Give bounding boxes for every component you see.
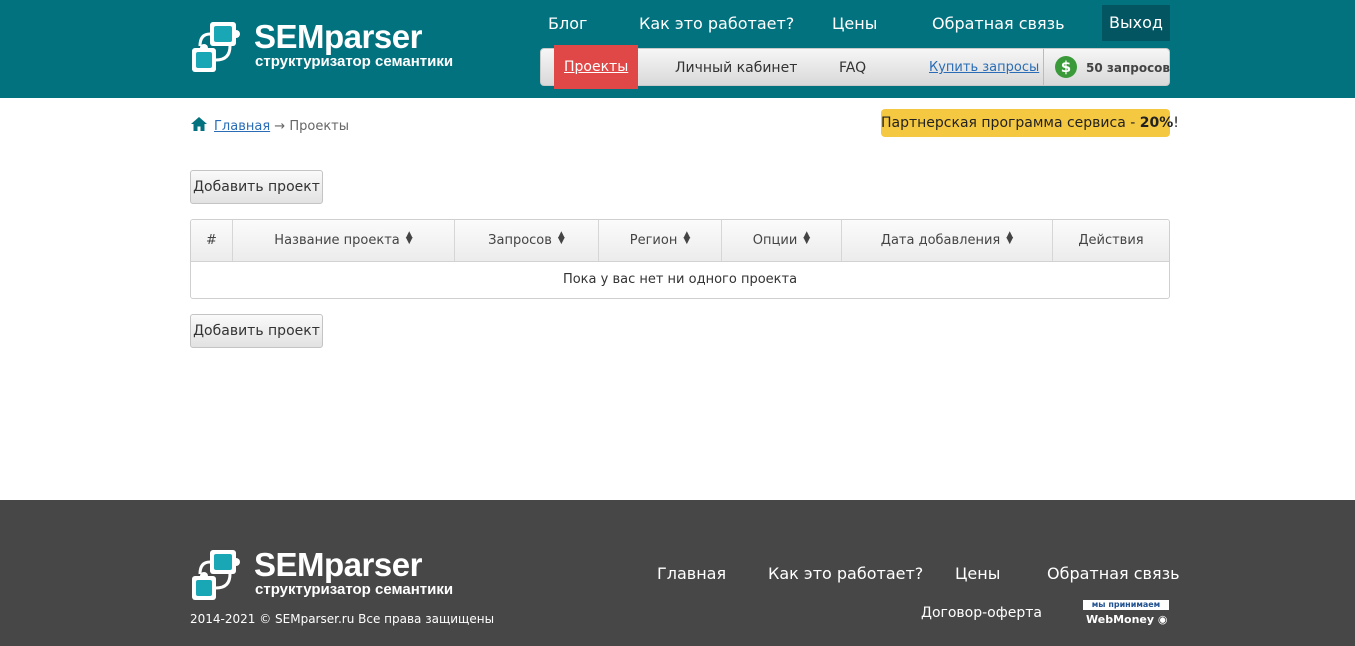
- logout-button[interactable]: Выход: [1102, 5, 1170, 41]
- logo-name: SEMparser: [254, 18, 422, 55]
- nav-prices[interactable]: Цены: [832, 14, 877, 33]
- puzzle-logo-icon: [192, 22, 240, 72]
- nav-how-it-works[interactable]: Как это работает?: [639, 14, 794, 33]
- partner-text: Партнерская программа сервиса -: [881, 115, 1140, 131]
- table-header: # Название проекта ▲ ▼ Запросов ▲ ▼ Регион ▲ ▼…: [191, 220, 1169, 262]
- copyright-text: 2014-2021 © SEMparser.ru Все права защищ…: [190, 612, 495, 626]
- webmoney-globe-icon: ◉: [1157, 613, 1168, 626]
- column-requests[interactable]: Запросов ▲ ▼: [455, 220, 599, 261]
- sort-icon[interactable]: ▲ ▼: [558, 231, 565, 246]
- breadcrumb-separator: →: [274, 119, 286, 134]
- footer-nav-feedback[interactable]: Обратная связь: [1047, 564, 1180, 583]
- account-subnav: Проекты Личный кабинет FAQ Купить запрос…: [540, 45, 1171, 89]
- footer-nav-home[interactable]: Главная: [657, 564, 726, 583]
- buy-requests-link[interactable]: Купить запросы: [929, 49, 1039, 87]
- column-date-added[interactable]: Дата добавления ▲ ▼: [842, 220, 1053, 261]
- home-icon: [191, 117, 207, 131]
- column-project-name[interactable]: Название проекта ▲ ▼: [233, 220, 455, 261]
- column-options[interactable]: Опции ▲ ▼: [722, 220, 842, 261]
- projects-table: # Название проекта ▲ ▼ Запросов ▲ ▼ Регион ▲ ▼…: [190, 219, 1170, 299]
- footer-logo-tagline: структуризатор семантики: [255, 581, 454, 598]
- site-header: SEMparser структуризатор семантики Блог …: [0, 0, 1355, 98]
- offer-agreement-link[interactable]: Договор-оферта: [921, 605, 1042, 621]
- column-region[interactable]: Регион ▲ ▼: [599, 220, 722, 261]
- breadcrumb-current: Проекты: [289, 119, 350, 134]
- column-actions: Действия: [1078, 233, 1144, 248]
- tab-projects[interactable]: Проекты: [554, 45, 639, 89]
- subnav-divider: [1043, 49, 1044, 85]
- webmoney-badge-label: WebMoney: [1086, 613, 1155, 626]
- sort-icon[interactable]: ▲ ▼: [803, 231, 810, 246]
- breadcrumb: Главная → Проекты: [190, 116, 349, 134]
- footer-nav-how-it-works[interactable]: Как это работает?: [768, 564, 923, 583]
- sort-icon[interactable]: ▲ ▼: [1006, 231, 1013, 246]
- site-logo[interactable]: SEMparser структуризатор семантики: [190, 18, 470, 76]
- webmoney-badge[interactable]: мы принимаем WebMoney ◉: [1083, 600, 1169, 630]
- footer-nav-prices[interactable]: Цены: [955, 564, 1000, 583]
- empty-table-message: Пока у вас нет ни одного проекта: [562, 272, 798, 287]
- site-footer: SEMparser структуризатор семантики 2014-…: [0, 500, 1355, 646]
- partner-program-banner[interactable]: Партнерская программа сервиса - 20%!: [881, 109, 1179, 137]
- puzzle-logo-icon: [192, 550, 240, 600]
- sort-icon[interactable]: ▲ ▼: [406, 231, 413, 246]
- column-number: #: [191, 220, 233, 261]
- tab-cabinet[interactable]: Личный кабинет: [675, 49, 797, 87]
- add-project-button-bottom[interactable]: Добавить проект: [190, 314, 323, 348]
- nav-feedback[interactable]: Обратная связь: [932, 14, 1065, 33]
- webmoney-badge-top: мы принимаем: [1083, 600, 1169, 610]
- breadcrumb-home-link[interactable]: Главная: [214, 119, 270, 134]
- tab-faq[interactable]: FAQ: [839, 49, 866, 87]
- partner-suffix: !: [1173, 115, 1179, 131]
- nav-blog[interactable]: Блог: [548, 14, 587, 33]
- sort-icon[interactable]: ▲ ▼: [683, 231, 690, 246]
- add-project-button-top[interactable]: Добавить проект: [190, 170, 323, 204]
- partner-percent: 20%: [1139, 115, 1174, 131]
- requests-balance: 50 запросов: [1086, 61, 1171, 75]
- logo-tagline: структуризатор семантики: [255, 53, 454, 70]
- footer-logo[interactable]: SEMparser структуризатор семантики: [190, 546, 470, 604]
- footer-logo-name: SEMparser: [254, 546, 422, 583]
- dollar-icon: $: [1055, 56, 1077, 78]
